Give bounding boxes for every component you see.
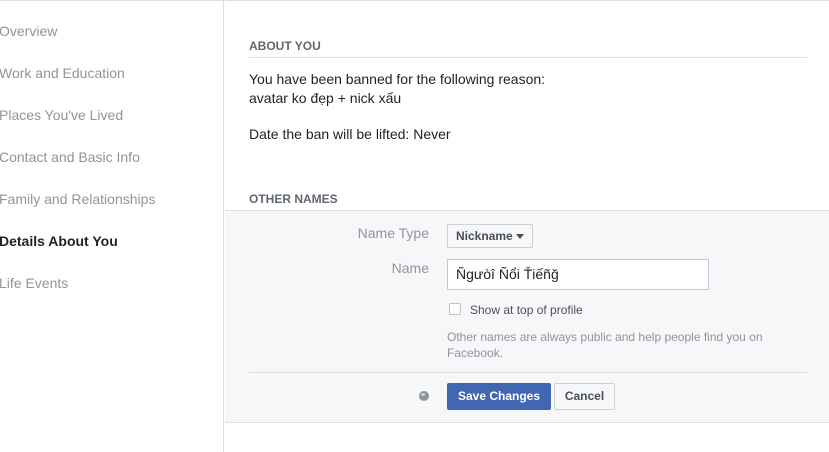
show-at-top-label[interactable]: Show at top of profile — [470, 303, 583, 318]
about-you-heading: ABOUT YOU — [249, 39, 321, 53]
ban-lift-date: Date the ban will be lifted: Never — [249, 126, 451, 142]
show-at-top-checkbox[interactable] — [449, 303, 461, 315]
name-input[interactable]: Ñgưòî Ñổi Ťiếñğ — [447, 259, 709, 290]
sidebar-item-details-about-you[interactable]: Details About You — [0, 231, 118, 251]
sidebar-item-contact-basic-info[interactable]: Contact and Basic Info — [0, 147, 140, 167]
cancel-button[interactable]: Cancel — [554, 383, 615, 410]
name-type-value: Nickname — [456, 229, 513, 243]
other-names-heading: OTHER NAMES — [249, 192, 338, 206]
name-type-select[interactable]: Nickname — [447, 224, 533, 248]
sidebar-item-places-lived[interactable]: Places You've Lived — [0, 105, 123, 125]
chevron-down-icon — [516, 234, 524, 239]
other-names-form: Name Type Nickname Name Ñgưòî Ñổi Ťiếñğ … — [225, 210, 829, 423]
name-label: Name — [391, 260, 429, 276]
sidebar-item-overview[interactable]: Overview — [0, 21, 57, 41]
other-names-help-text: Other names are always public and help p… — [447, 330, 763, 360]
main-content: ABOUT YOU You have been banned for the f… — [225, 0, 829, 452]
ban-notice: You have been banned for the following r… — [249, 71, 546, 87]
sidebar-item-life-events[interactable]: Life Events — [0, 273, 68, 293]
sidebar: Overview Work and Education Places You'v… — [0, 0, 224, 452]
about-you-divider — [249, 57, 807, 58]
globe-icon — [419, 391, 429, 401]
save-changes-button[interactable]: Save Changes — [447, 383, 551, 410]
sidebar-item-work-and-education[interactable]: Work and Education — [0, 63, 125, 83]
sidebar-item-family-relationships[interactable]: Family and Relationships — [0, 189, 155, 209]
ban-reason: avatar ko đẹp + nick xấu — [249, 90, 402, 106]
form-divider — [249, 372, 807, 373]
name-type-label: Name Type — [357, 225, 429, 241]
